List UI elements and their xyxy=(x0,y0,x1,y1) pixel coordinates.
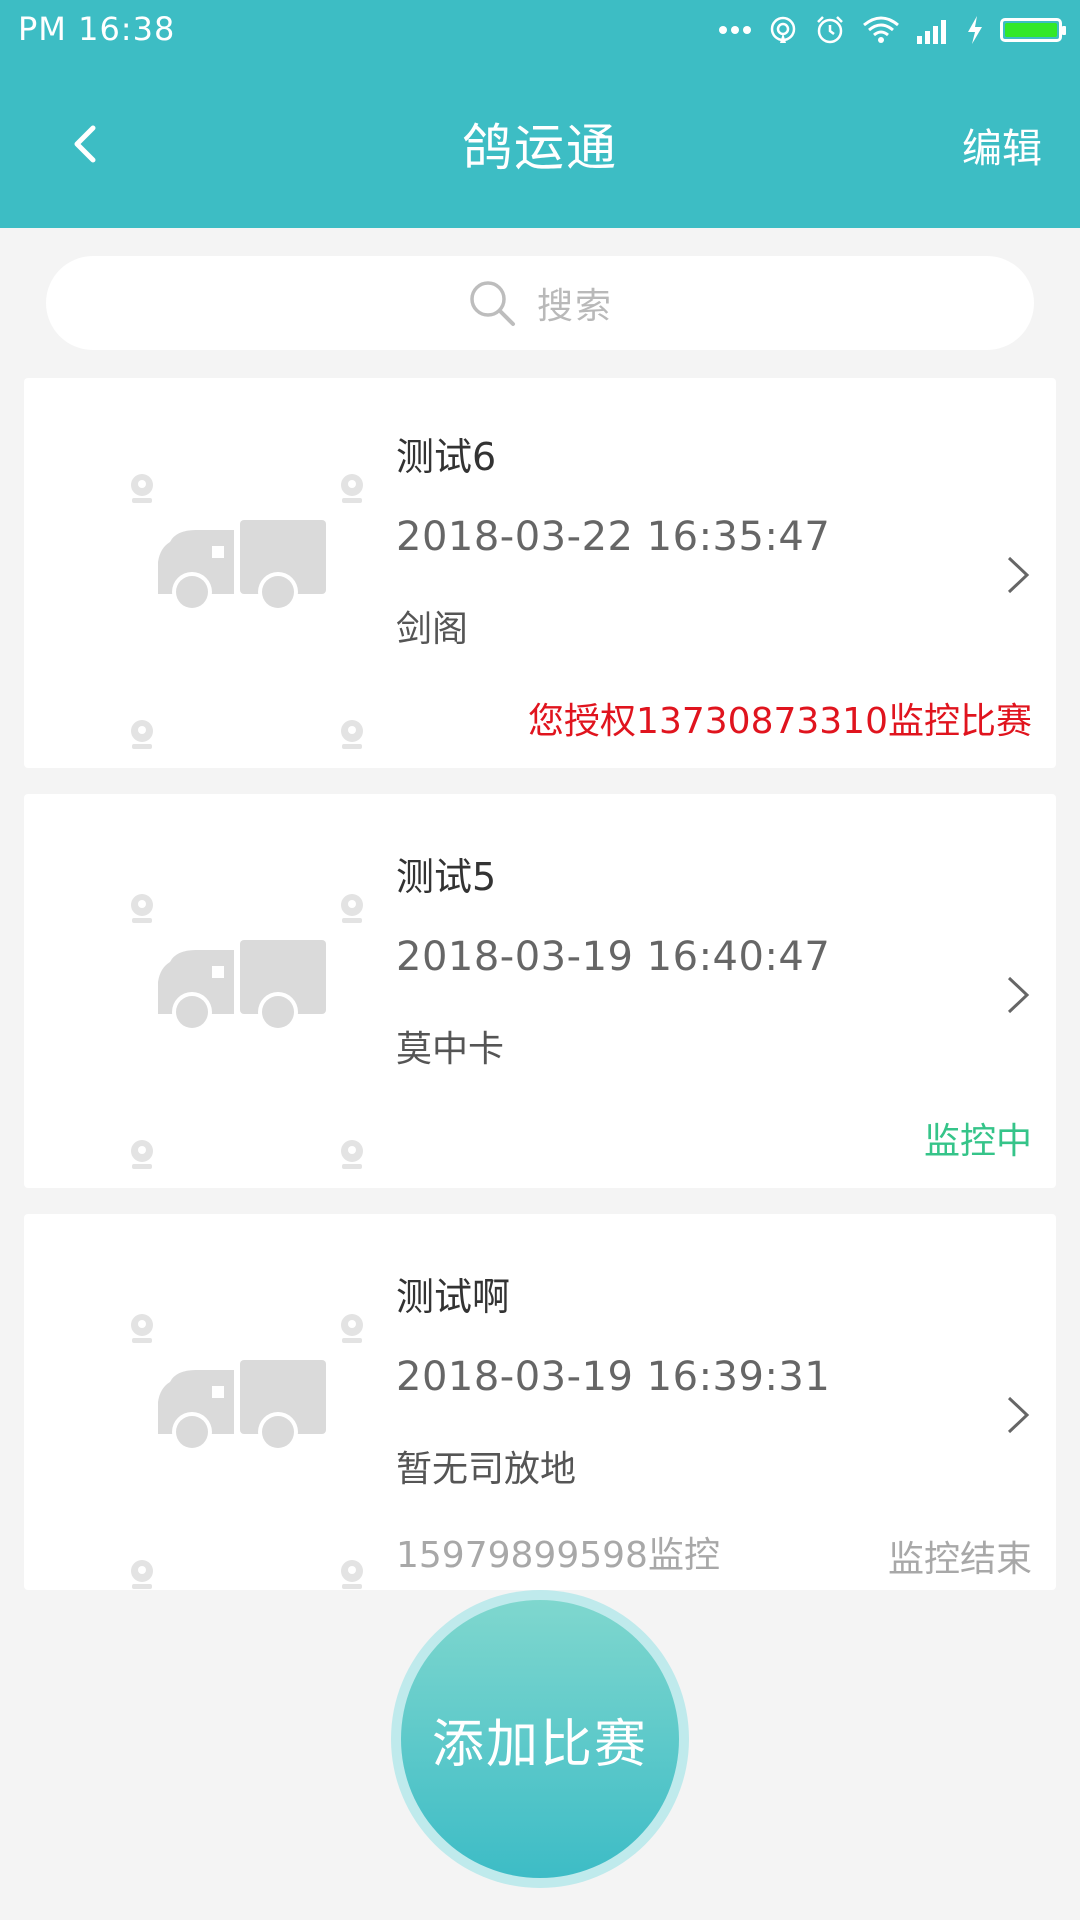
race-release-place: 莫中卡 xyxy=(396,1029,505,1070)
race-card[interactable]: 测试5 2018-03-19 16:40:47 莫中卡 监控中 xyxy=(24,794,1056,1188)
race-status: 监控结束 xyxy=(887,1539,1032,1580)
search-icon xyxy=(470,281,515,326)
race-datetime: 2018-03-19 16:39:31 xyxy=(396,1354,831,1400)
more-dots-icon xyxy=(719,26,751,34)
watermark-icon xyxy=(341,894,363,923)
truck-icon xyxy=(158,520,326,612)
truck-icon xyxy=(158,940,326,1032)
battery-icon xyxy=(1000,18,1066,42)
search-input[interactable]: 搜索 xyxy=(46,256,1034,350)
chevron-right-icon xyxy=(998,550,1038,600)
watermark-icon xyxy=(341,1314,363,1343)
watermark-icon xyxy=(131,1560,153,1589)
search-placeholder: 搜索 xyxy=(536,286,613,327)
hotspot-icon xyxy=(770,16,796,43)
watermark-icon xyxy=(131,894,153,923)
watermark-icon xyxy=(341,1140,363,1169)
page-title: 鸽运通 xyxy=(462,119,618,177)
alarm-icon xyxy=(817,16,843,44)
watermark-icon xyxy=(131,720,153,749)
race-monitor-phone: 15979899598监控 xyxy=(396,1535,720,1576)
race-release-place: 剑阁 xyxy=(396,609,469,650)
race-thumbnail xyxy=(84,418,363,749)
chevron-right-icon xyxy=(998,970,1038,1020)
status-icons xyxy=(718,12,1066,48)
race-status: 监控中 xyxy=(923,1121,1032,1162)
watermark-icon xyxy=(131,474,153,503)
race-card[interactable]: 测试6 2018-03-22 16:35:47 剑阁 您授权1373087331… xyxy=(24,378,1056,768)
screen: PM 16:38 鸽运通 编辑 搜索 测试6 2018-03-22 16:35:… xyxy=(0,0,1080,1920)
wifi-icon xyxy=(863,16,899,43)
race-thumbnail xyxy=(84,834,363,1169)
watermark-icon xyxy=(131,1314,153,1343)
signal-icon xyxy=(917,20,946,44)
status-time: PM 16:38 xyxy=(18,10,176,48)
race-datetime: 2018-03-22 16:35:47 xyxy=(396,514,831,560)
race-name: 测试啊 xyxy=(396,1275,511,1319)
watermark-icon xyxy=(341,1560,363,1589)
race-name: 测试5 xyxy=(396,855,497,899)
chevron-right-icon xyxy=(998,1390,1038,1440)
add-race-button[interactable]: 添加比赛 xyxy=(401,1600,679,1878)
watermark-icon xyxy=(131,1140,153,1169)
race-release-place: 暂无司放地 xyxy=(396,1449,577,1490)
truck-icon xyxy=(158,1360,326,1452)
charging-icon xyxy=(968,16,982,44)
header-bar: PM 16:38 鸽运通 编辑 xyxy=(0,0,1080,228)
race-name: 测试6 xyxy=(396,435,497,479)
race-thumbnail xyxy=(84,1254,363,1589)
race-status: 您授权13730873310监控比赛 xyxy=(528,701,1032,742)
watermark-icon xyxy=(341,720,363,749)
status-bar: PM 16:38 xyxy=(0,0,1080,60)
battery-level xyxy=(1005,23,1057,37)
race-datetime: 2018-03-19 16:40:47 xyxy=(396,934,831,980)
race-card[interactable]: 测试啊 2018-03-19 16:39:31 暂无司放地 1597989959… xyxy=(24,1214,1056,1590)
edit-button[interactable]: 编辑 xyxy=(962,116,1042,174)
watermark-icon xyxy=(341,474,363,503)
